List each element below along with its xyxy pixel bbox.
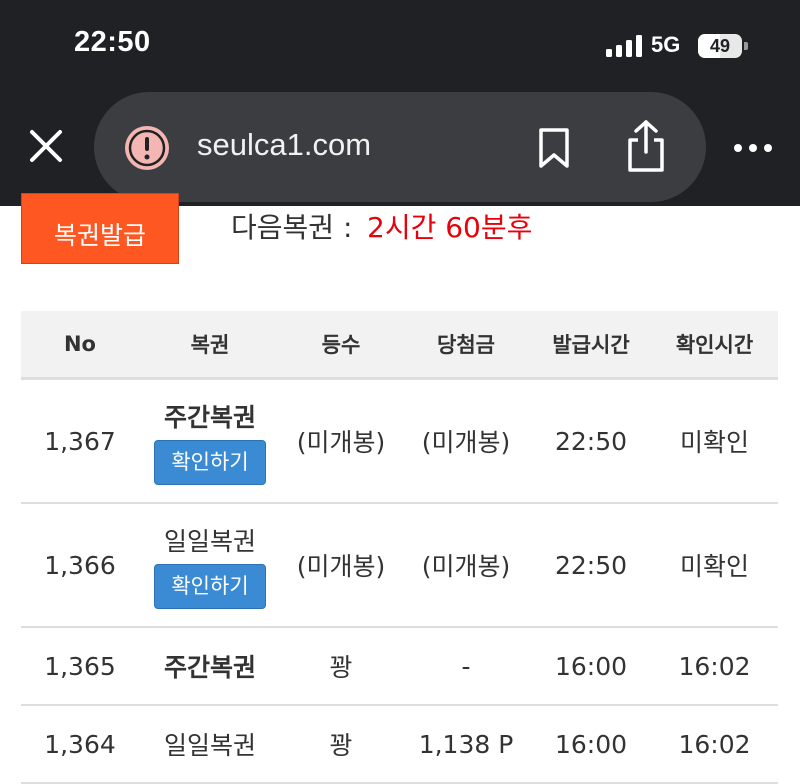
signal-icon — [606, 35, 644, 57]
row-no: 1,365 — [21, 627, 139, 706]
issue-lottery-button[interactable]: 복권발급 — [21, 193, 179, 264]
row-rank: (미개봉) — [281, 503, 401, 628]
header-rank: 등수 — [281, 311, 401, 380]
check-ticket-button[interactable]: 확인하기 — [154, 439, 266, 485]
header-checked-time: 확인시간 — [651, 311, 778, 380]
ticket-name: 일일복권 — [163, 526, 256, 556]
battery-level: 49 — [709, 36, 731, 56]
battery-nub — [744, 42, 748, 50]
share-icon[interactable] — [622, 118, 670, 174]
browser-chrome: 22:50 5G 49 seulca1.com — [0, 0, 800, 206]
row-rank: 꽝 — [281, 627, 401, 706]
row-prize: - — [401, 627, 531, 706]
more-icon[interactable] — [732, 136, 774, 160]
row-issued: 16:00 — [531, 627, 651, 706]
row-no: 1,366 — [21, 503, 139, 628]
table-header: No 복권 등수 당첨금 발급시간 확인시간 — [21, 311, 778, 380]
header-no: No — [21, 311, 139, 380]
row-checked: 16:02 — [651, 705, 778, 784]
header-prize: 당첨금 — [401, 311, 531, 380]
battery-icon: 49 — [698, 34, 742, 58]
row-checked: 16:02 — [651, 627, 778, 706]
url-text[interactable]: seulca1.com — [197, 127, 371, 163]
next-lottery-label: 다음복권 : — [231, 211, 353, 244]
row-rank: (미개봉) — [281, 378, 401, 504]
next-lottery-time: 2시간 60분후 — [367, 211, 533, 244]
row-checked: 미확인 — [651, 503, 778, 628]
status-time: 22:50 — [74, 26, 151, 58]
row-checked: 미확인 — [651, 378, 778, 504]
network-type: 5G — [651, 32, 681, 57]
close-icon[interactable] — [26, 126, 66, 166]
row-no: 1,364 — [21, 705, 139, 784]
lottery-table: No 복권 등수 당첨금 발급시간 확인시간 1,367 주간복권 확인하기 (… — [21, 311, 778, 784]
warning-icon[interactable] — [124, 125, 170, 171]
header-ticket: 복권 — [139, 311, 281, 380]
row-issued: 16:00 — [531, 705, 651, 784]
ticket-name: 일일복권 — [163, 731, 256, 760]
check-ticket-button[interactable]: 확인하기 — [154, 563, 266, 609]
ticket-name: 주간복권 — [163, 402, 256, 432]
row-ticket: 일일복권 확인하기 — [139, 503, 281, 628]
row-prize: (미개봉) — [401, 378, 531, 504]
table-row: 1,364 일일복권 꽝 1,138 P 16:00 16:02 — [21, 705, 778, 784]
row-issued: 22:50 — [531, 503, 651, 628]
row-prize: 1,138 P — [401, 705, 531, 784]
table-row: 1,366 일일복권 확인하기 (미개봉) (미개봉) 22:50 미확인 — [21, 503, 778, 628]
row-ticket: 주간복권 확인하기 — [139, 378, 281, 504]
table-row: 1,365 주간복권 꽝 - 16:00 16:02 — [21, 627, 778, 706]
row-no: 1,367 — [21, 378, 139, 504]
row-issued: 22:50 — [531, 378, 651, 504]
ticket-name: 주간복권 — [163, 653, 256, 682]
address-bar[interactable] — [94, 92, 706, 202]
row-prize: (미개봉) — [401, 503, 531, 628]
row-ticket: 주간복권 — [139, 627, 281, 706]
row-ticket: 일일복권 — [139, 705, 281, 784]
bookmark-icon[interactable] — [534, 126, 574, 170]
header-issued-time: 발급시간 — [531, 311, 651, 380]
table-row: 1,367 주간복권 확인하기 (미개봉) (미개봉) 22:50 미확인 — [21, 378, 778, 504]
row-rank: 꽝 — [281, 705, 401, 784]
